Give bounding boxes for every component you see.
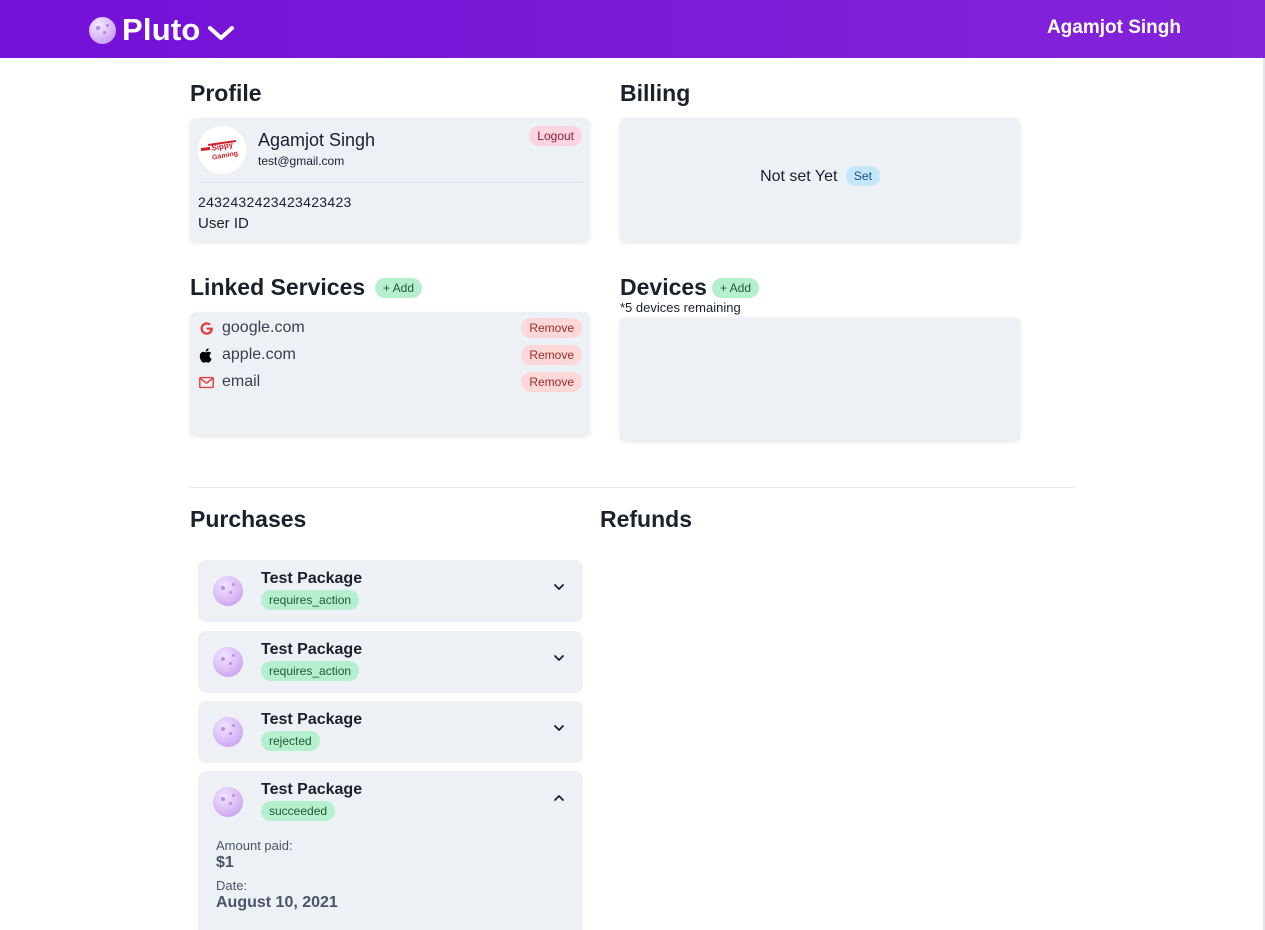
remove-service-button[interactable]: Remove: [521, 372, 582, 392]
account-menu-user-name[interactable]: Agamjot Singh: [1047, 17, 1181, 39]
profile-divider: [198, 182, 582, 183]
top-navbar: Pluto Agamjot Singh: [0, 0, 1265, 58]
linked-services-card: google.com Remove apple.com Remove email…: [190, 312, 590, 435]
linked-service-label: email: [222, 373, 261, 390]
avatar: Sippy Gaming: [198, 126, 246, 174]
chevron-up-icon[interactable]: [553, 793, 565, 803]
refunds-heading: Refunds: [600, 506, 692, 532]
pluto-logo-icon: [89, 16, 116, 44]
profile-name: Agamjot Singh: [258, 130, 376, 150]
chevron-down-icon[interactable]: [553, 653, 565, 663]
set-billing-button[interactable]: Set: [845, 166, 880, 186]
date-value: August 10, 2021: [216, 894, 338, 911]
brand-menu[interactable]: Pluto: [89, 12, 235, 48]
package-name: Test Package: [261, 781, 363, 798]
linked-service-label: google.com: [222, 319, 305, 336]
chevron-down-icon[interactable]: [553, 723, 565, 733]
google-icon: [200, 321, 213, 335]
purchase-item[interactable]: Test Package rejected: [198, 701, 583, 763]
package-name: Test Package: [261, 570, 363, 587]
status-badge: requires_action: [261, 590, 360, 610]
profile-heading: Profile: [190, 80, 262, 106]
status-badge: rejected: [261, 731, 320, 751]
package-planet-icon: [213, 647, 243, 677]
avatar-logo-image: Sippy Gaming: [198, 126, 246, 174]
package-name: Test Package: [261, 711, 363, 728]
apple-icon: [199, 347, 212, 363]
remove-service-button[interactable]: Remove: [521, 345, 582, 365]
amount-paid-label: Amount paid:: [216, 838, 293, 853]
remove-service-button[interactable]: Remove: [521, 318, 582, 338]
purchases-heading: Purchases: [190, 506, 307, 532]
devices-remaining-note: *5 devices remaining: [620, 300, 741, 315]
user-id-value: 2432432423423423423: [198, 194, 352, 210]
amount-paid-value: $1: [216, 854, 234, 871]
billing-status-text: Not set Yet: [760, 168, 838, 185]
package-planet-icon: [213, 576, 243, 606]
purchase-item-expanded[interactable]: Test Package succeeded Amount paid: $1 D…: [198, 771, 583, 930]
mail-icon: [199, 376, 214, 388]
devices-heading: Devices: [620, 274, 707, 300]
package-name: Test Package: [261, 641, 363, 658]
chevron-down-icon[interactable]: [553, 582, 565, 592]
list-item: apple.com Remove: [198, 345, 582, 365]
logout-button[interactable]: Logout: [529, 126, 582, 146]
list-item: email Remove: [198, 372, 582, 392]
linked-services-heading: Linked Services: [190, 274, 366, 300]
purchase-item[interactable]: Test Package requires_action: [198, 631, 583, 693]
brand-name: Pluto: [122, 12, 201, 47]
billing-card: Not set Yet Set: [620, 118, 1020, 241]
date-label: Date:: [216, 878, 248, 893]
linked-service-label: apple.com: [222, 346, 296, 363]
devices-card: [620, 317, 1020, 440]
user-id-label: User ID: [198, 215, 249, 232]
purchase-item[interactable]: Test Package requires_action: [198, 560, 583, 622]
package-planet-icon: [213, 717, 243, 747]
profile-email: test@gmail.com: [258, 154, 345, 168]
package-planet-icon: [213, 787, 243, 817]
status-badge: succeeded: [261, 801, 336, 821]
profile-card: Sippy Gaming Agamjot Singh test@gmail.co…: [190, 118, 590, 241]
billing-status: Not set Yet Set: [620, 166, 1020, 186]
section-divider: [190, 487, 1074, 488]
billing-heading: Billing: [620, 80, 691, 106]
chevron-down-icon: [207, 26, 234, 40]
add-device-button[interactable]: + Add: [712, 278, 760, 298]
list-item: google.com Remove: [198, 318, 582, 338]
add-linked-service-button[interactable]: + Add: [375, 278, 423, 298]
status-badge: requires_action: [261, 661, 360, 681]
